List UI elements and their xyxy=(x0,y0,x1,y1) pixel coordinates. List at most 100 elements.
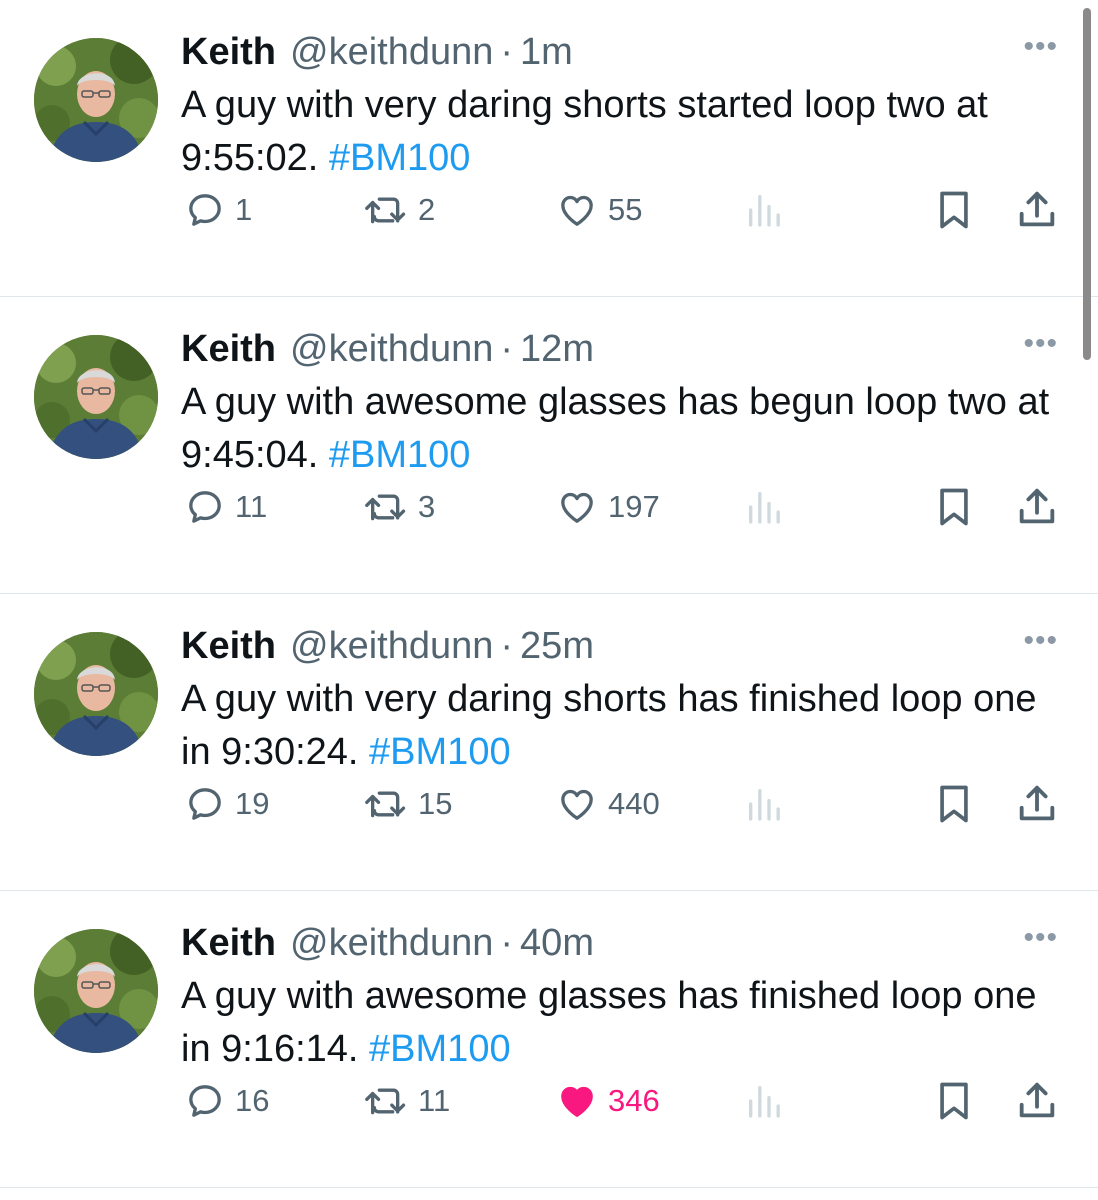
like-button[interactable]: 197 xyxy=(556,482,660,532)
author-name[interactable]: Keith xyxy=(181,325,276,373)
tweet-actions: 1 2 55 xyxy=(0,185,1098,235)
tweet[interactable]: Keith @keithdunn · 12m ••• A guy with aw… xyxy=(0,297,1098,594)
retweet-arrows-icon xyxy=(364,784,408,824)
author-handle[interactable]: @keithdunn xyxy=(290,622,493,670)
heart-icon xyxy=(556,190,598,230)
views-button[interactable] xyxy=(744,482,784,532)
separator-dot: · xyxy=(500,922,514,964)
reply-button[interactable]: 11 xyxy=(185,482,267,532)
heart-icon xyxy=(556,487,598,527)
speech-bubble-icon xyxy=(185,190,225,230)
share-upload-icon xyxy=(1014,187,1060,233)
bookmark-icon xyxy=(932,484,976,530)
bar-chart-icon xyxy=(744,487,784,527)
tweet-text-body: A guy with very daring shorts started lo… xyxy=(181,84,988,179)
retweet-count: 2 xyxy=(418,192,436,227)
reply-count: 16 xyxy=(235,1083,270,1118)
tweet-text: A guy with very daring shorts has finish… xyxy=(181,673,1061,779)
scrollbar[interactable] xyxy=(1083,8,1091,360)
more-dots-icon[interactable]: ••• xyxy=(1023,626,1058,656)
author-handle[interactable]: @keithdunn xyxy=(290,325,493,373)
tweet-text-body: A guy with very daring shorts has finish… xyxy=(181,678,1037,773)
tweet[interactable]: Keith @keithdunn · 40m ••• A guy with aw… xyxy=(0,891,1098,1188)
retweet-button[interactable]: 11 xyxy=(364,1076,450,1126)
tweet[interactable]: Keith @keithdunn · 25m ••• A guy with ve… xyxy=(0,594,1098,891)
avatar[interactable] xyxy=(34,929,158,1053)
author-handle[interactable]: @keithdunn xyxy=(290,919,493,967)
hashtag-link[interactable]: #BM100 xyxy=(369,1028,511,1070)
share-button[interactable] xyxy=(1014,1076,1060,1126)
retweet-arrows-icon xyxy=(364,487,408,527)
separator-dot: · xyxy=(500,31,514,73)
speech-bubble-icon xyxy=(185,784,225,824)
bookmark-button[interactable] xyxy=(932,185,976,235)
tweet-feed: Keith @keithdunn · 1m ••• A guy with ver… xyxy=(0,0,1098,1188)
avatar[interactable] xyxy=(34,38,158,162)
like-count: 440 xyxy=(608,786,660,821)
author-name[interactable]: Keith xyxy=(181,919,276,967)
views-button[interactable] xyxy=(744,779,784,829)
timestamp[interactable]: 40m xyxy=(520,919,594,967)
like-button[interactable]: 55 xyxy=(556,185,642,235)
like-count: 197 xyxy=(608,489,660,524)
tweet-actions: 11 3 197 xyxy=(0,482,1098,532)
reply-button[interactable]: 19 xyxy=(185,779,269,829)
bookmark-button[interactable] xyxy=(932,1076,976,1126)
tweet-text: A guy with awesome glasses has finished … xyxy=(181,970,1061,1076)
more-dots-icon[interactable]: ••• xyxy=(1023,329,1058,359)
bookmark-icon xyxy=(932,781,976,827)
hashtag-link[interactable]: #BM100 xyxy=(329,434,471,476)
reply-button[interactable]: 1 xyxy=(185,185,252,235)
share-button[interactable] xyxy=(1014,482,1060,532)
author-name[interactable]: Keith xyxy=(181,622,276,670)
timestamp[interactable]: 1m xyxy=(520,28,573,76)
author-handle[interactable]: @keithdunn xyxy=(290,28,493,76)
share-button[interactable] xyxy=(1014,185,1060,235)
like-button[interactable]: 440 xyxy=(556,779,660,829)
share-upload-icon xyxy=(1014,484,1060,530)
tweet-text-body: A guy with awesome glasses has begun loo… xyxy=(181,381,1050,476)
like-button[interactable]: 346 xyxy=(556,1076,660,1126)
timestamp[interactable]: 25m xyxy=(520,622,594,670)
speech-bubble-icon xyxy=(185,1081,225,1121)
more-dots-icon[interactable]: ••• xyxy=(1023,32,1058,62)
bar-chart-icon xyxy=(744,784,784,824)
avatar[interactable] xyxy=(34,335,158,459)
tweet-text: A guy with awesome glasses has begun loo… xyxy=(181,376,1061,482)
bookmark-icon xyxy=(932,1078,976,1124)
bar-chart-icon xyxy=(744,1081,784,1121)
tweet-header: Keith @keithdunn · 12m xyxy=(181,325,1058,373)
tweet-header: Keith @keithdunn · 40m xyxy=(181,919,1058,967)
tweet-text-body: A guy with awesome glasses has finished … xyxy=(181,975,1037,1070)
separator-dot: · xyxy=(500,625,514,667)
retweet-button[interactable]: 3 xyxy=(364,482,435,532)
heart-icon xyxy=(556,1081,598,1121)
tweet[interactable]: Keith @keithdunn · 1m ••• A guy with ver… xyxy=(0,0,1098,297)
bookmark-button[interactable] xyxy=(932,482,976,532)
retweet-count: 15 xyxy=(418,786,453,821)
bar-chart-icon xyxy=(744,190,784,230)
tweet-actions: 19 15 440 xyxy=(0,779,1098,829)
reply-button[interactable]: 16 xyxy=(185,1076,269,1126)
share-upload-icon xyxy=(1014,1078,1060,1124)
retweet-arrows-icon xyxy=(364,1081,408,1121)
retweet-button[interactable]: 15 xyxy=(364,779,452,829)
like-count: 346 xyxy=(608,1083,660,1118)
reply-count: 19 xyxy=(235,786,270,821)
share-upload-icon xyxy=(1014,781,1060,827)
timestamp[interactable]: 12m xyxy=(520,325,594,373)
hashtag-link[interactable]: #BM100 xyxy=(369,731,511,773)
views-button[interactable] xyxy=(744,185,784,235)
views-button[interactable] xyxy=(744,1076,784,1126)
hashtag-link[interactable]: #BM100 xyxy=(329,137,471,179)
more-dots-icon[interactable]: ••• xyxy=(1023,923,1058,953)
bookmark-button[interactable] xyxy=(932,779,976,829)
avatar[interactable] xyxy=(34,632,158,756)
bookmark-icon xyxy=(932,187,976,233)
author-name[interactable]: Keith xyxy=(181,28,276,76)
retweet-count: 11 xyxy=(418,1083,451,1118)
share-button[interactable] xyxy=(1014,779,1060,829)
retweet-count: 3 xyxy=(418,489,436,524)
tweet-text: A guy with very daring shorts started lo… xyxy=(181,79,1061,185)
retweet-button[interactable]: 2 xyxy=(364,185,435,235)
